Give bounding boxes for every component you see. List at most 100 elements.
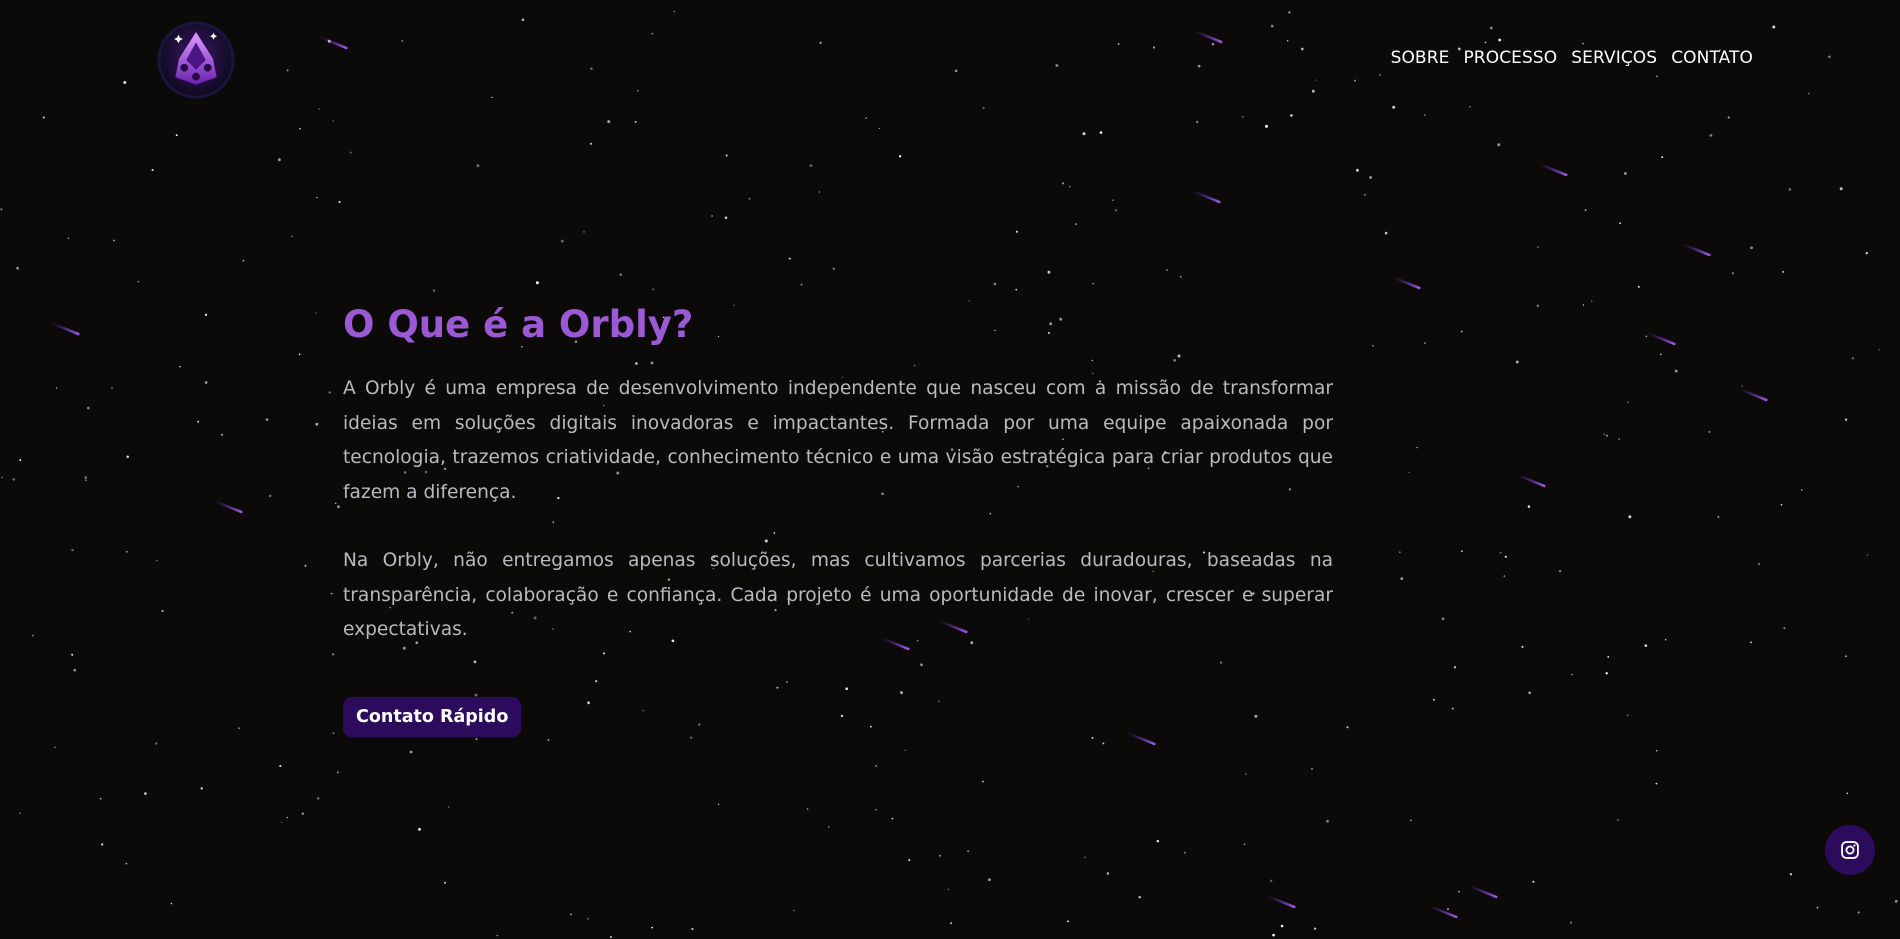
star	[878, 127, 880, 130]
star	[84, 476, 87, 479]
meteor-streak	[1469, 885, 1498, 899]
star	[800, 283, 803, 286]
star	[1354, 79, 1356, 82]
star	[1750, 246, 1753, 250]
meteor-streak	[1647, 332, 1676, 346]
nav-link-processo[interactable]: PROCESSO	[1463, 48, 1557, 68]
star	[291, 235, 293, 237]
nav-link-sobre[interactable]: SOBRE	[1391, 48, 1450, 68]
star	[1138, 895, 1141, 899]
star	[904, 749, 907, 752]
star	[1844, 418, 1848, 421]
star	[898, 155, 902, 158]
star	[1015, 230, 1018, 233]
star	[1674, 369, 1678, 373]
star	[1628, 515, 1632, 519]
meteor-streak	[1392, 276, 1421, 290]
nav-link-servicos[interactable]: SERVIÇOS	[1571, 48, 1657, 68]
star	[1605, 434, 1608, 437]
star	[281, 821, 283, 824]
star	[637, 90, 639, 92]
star	[1069, 186, 1071, 188]
star	[418, 828, 421, 831]
star	[349, 151, 352, 154]
star	[301, 812, 304, 815]
star	[179, 365, 181, 368]
star	[1315, 79, 1317, 81]
star	[55, 387, 58, 389]
star	[1645, 335, 1648, 338]
star	[535, 281, 539, 285]
star	[832, 267, 835, 270]
star	[1311, 89, 1315, 93]
star	[1424, 114, 1426, 116]
star	[1627, 401, 1629, 403]
star	[1179, 275, 1182, 278]
nav-link-contato[interactable]: CONTATO	[1671, 48, 1753, 68]
star	[634, 120, 637, 123]
star	[1780, 503, 1783, 506]
star	[1623, 172, 1627, 175]
star	[1570, 921, 1572, 924]
orbly-logo[interactable]	[157, 21, 235, 99]
star	[1091, 736, 1094, 739]
star	[444, 881, 447, 884]
star	[587, 701, 591, 705]
star	[1075, 223, 1078, 226]
star	[947, 888, 950, 891]
star	[265, 418, 269, 421]
star	[1242, 116, 1244, 118]
star	[1288, 11, 1291, 14]
star	[652, 288, 654, 291]
star	[113, 239, 115, 242]
meteor-streak	[1539, 163, 1568, 177]
about-section: O Que é a Orbly? A Orbly é uma empresa d…	[343, 298, 1333, 648]
star	[238, 727, 240, 730]
star	[304, 564, 307, 567]
instagram-button[interactable]	[1825, 825, 1875, 875]
star	[175, 134, 178, 137]
star	[1355, 168, 1359, 172]
star	[818, 191, 821, 193]
star	[1537, 246, 1539, 248]
star	[126, 455, 129, 459]
star	[1, 476, 3, 478]
star	[1211, 42, 1215, 46]
star	[0, 208, 3, 211]
star	[315, 422, 319, 426]
star	[1816, 906, 1819, 909]
star	[698, 723, 701, 726]
star	[1489, 26, 1493, 30]
star	[334, 502, 337, 505]
star	[1423, 342, 1426, 345]
star	[587, 917, 590, 920]
star	[1400, 577, 1404, 580]
meteor-streak	[1192, 190, 1221, 204]
star	[197, 420, 200, 423]
star	[607, 120, 611, 124]
star	[1484, 41, 1487, 44]
star	[286, 816, 288, 819]
star	[1092, 282, 1095, 285]
quick-contact-button[interactable]: Contato Rápido	[343, 697, 522, 737]
meteor-streak	[1194, 30, 1223, 44]
star	[1789, 873, 1793, 876]
star	[67, 237, 70, 240]
star	[473, 660, 477, 664]
star	[748, 197, 751, 200]
star	[845, 687, 849, 691]
star	[277, 158, 281, 162]
star	[1591, 300, 1593, 302]
star	[1741, 385, 1743, 387]
star	[673, 10, 676, 13]
star	[988, 878, 991, 881]
star	[1497, 143, 1501, 147]
star	[125, 550, 128, 553]
star	[865, 117, 867, 119]
star	[967, 850, 969, 853]
star	[111, 387, 113, 389]
star	[725, 154, 728, 157]
star	[982, 780, 984, 783]
star	[144, 792, 147, 795]
star	[651, 32, 654, 35]
